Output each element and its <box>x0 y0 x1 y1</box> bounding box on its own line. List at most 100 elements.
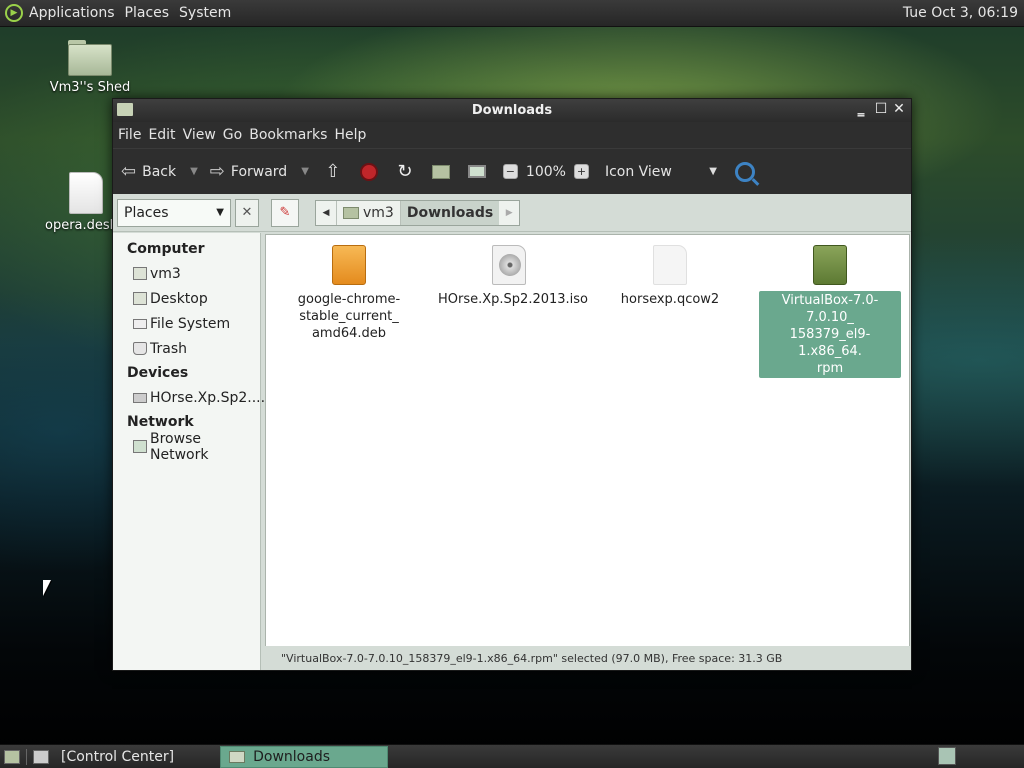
sidebar-item-device[interactable]: HOrse.Xp.Sp2.... <box>113 385 265 410</box>
stop-icon[interactable] <box>359 162 378 181</box>
file-label-selected: VirtualBox-7.0-7.0.10_ 158379_el9-1.x86_… <box>759 291 901 378</box>
sidebar-item-browse-network[interactable]: Browse Network <box>113 431 260 463</box>
chevron-down-icon: ▼ <box>216 207 224 218</box>
home-folder-icon <box>343 206 359 219</box>
show-desktop-icon[interactable] <box>4 749 20 764</box>
crumb-label: vm3 <box>363 204 394 221</box>
home-folder-icon <box>68 40 112 76</box>
breadcrumb-left-icon[interactable]: ◀ <box>316 201 336 225</box>
menu-edit[interactable]: Edit <box>148 127 175 143</box>
toolbar: ⇦ Back ▼ ⇨ Forward ▼ ⇧ ↻ − 100% + Icon V… <box>113 148 911 194</box>
content-area: Computer vm3 Desktop File System Trash D… <box>113 233 911 670</box>
breadcrumb: ◀ vm3 Downloads ▶ <box>315 199 521 226</box>
reload-icon[interactable]: ↻ <box>394 161 416 183</box>
sidebar-heading-devices: Devices <box>127 365 189 381</box>
file-label: google-chrome- stable_current_ amd64.deb <box>278 291 420 342</box>
package-icon <box>813 245 847 285</box>
file-label-line: amd64.deb <box>311 326 387 341</box>
minimize-icon[interactable]: ‗ <box>853 101 869 117</box>
panel-separator <box>26 748 27 765</box>
file-label-line: stable_current_ <box>299 309 399 324</box>
sidebar-item-label: Browse Network <box>150 430 209 463</box>
file-label: HOrse.Xp.Sp2.2013.iso <box>438 291 589 308</box>
mouse-pointer-icon <box>43 580 51 596</box>
arrow-right-icon: ⇨ <box>209 161 225 182</box>
sidebar-item-file-system[interactable]: File System <box>113 311 260 336</box>
status-bar: "VirtualBox-7.0-7.0.10_158379_el9-1.x86_… <box>261 646 911 670</box>
menu-help[interactable]: Help <box>334 127 366 143</box>
menu-places[interactable]: Places <box>125 5 170 21</box>
file-label: horsexp.qcow2 <box>599 291 741 308</box>
home-folder-icon[interactable] <box>430 161 452 183</box>
view-mode-select[interactable]: Icon View ▼ <box>605 164 717 180</box>
arrow-left-icon: ⇦ <box>121 161 137 182</box>
file-label-line: HOrse.Xp.Sp2.2013.iso <box>438 292 589 307</box>
menu-applications[interactable]: Applications <box>29 5 115 21</box>
zoom-out-icon[interactable]: − <box>502 164 518 179</box>
sidebar-item-vm3[interactable]: vm3 <box>113 261 260 286</box>
close-sidebar-button[interactable]: ✕ <box>235 198 259 227</box>
clock[interactable]: Tue Oct 3, 06:19 <box>903 5 1018 21</box>
menu-file[interactable]: File <box>118 127 141 143</box>
crumb-vm3[interactable]: vm3 <box>336 200 400 225</box>
forward-button[interactable]: ⇨ Forward ▼ <box>210 155 309 189</box>
sidebar-item-trash[interactable]: Trash <box>113 336 260 361</box>
sidebar-mode-select[interactable]: Places ▼ <box>117 198 231 227</box>
crumb-downloads[interactable]: Downloads <box>399 200 500 225</box>
close-icon[interactable]: ✕ <box>891 101 907 117</box>
blank-file-icon <box>653 245 687 285</box>
menubar: File Edit View Go Bookmarks Help <box>113 122 911 148</box>
file-icon-view[interactable]: google-chrome- stable_current_ amd64.deb… <box>265 234 910 647</box>
file-label-line: google-chrome- <box>297 292 401 307</box>
file-item-qcow2[interactable]: horsexp.qcow2 <box>599 245 741 308</box>
back-label: Back <box>142 163 177 180</box>
terminal-icon[interactable] <box>33 749 49 764</box>
file-item-virtualbox-rpm[interactable]: VirtualBox-7.0-7.0.10_ 158379_el9-1.x86_… <box>759 245 901 378</box>
edit-location-button[interactable]: ✎ <box>271 198 299 227</box>
task-label: [Control Center] <box>61 748 175 765</box>
window-title: Downloads <box>471 103 553 118</box>
view-mode-label: Icon View <box>604 163 672 180</box>
window-titlebar[interactable]: Downloads ‗ ☐ ✕ <box>113 99 911 122</box>
file-label-line: horsexp.qcow2 <box>620 292 720 307</box>
workspace-switcher[interactable] <box>938 747 956 765</box>
trash-icon <box>133 342 147 355</box>
menu-view[interactable]: View <box>183 127 216 143</box>
task-control-center[interactable]: [Control Center] <box>53 746 182 768</box>
maximize-icon[interactable]: ☐ <box>873 101 889 117</box>
menu-go[interactable]: Go <box>223 127 242 143</box>
sidebar-heading-computer: Computer <box>127 241 205 257</box>
top-panel: ▶ Applications Places System Tue Oct 3, … <box>0 0 1024 27</box>
home-folder-icon <box>133 267 147 280</box>
disc-image-icon <box>492 245 526 285</box>
breadcrumb-right-icon[interactable]: ▶ <box>499 201 519 225</box>
computer-icon[interactable] <box>466 161 488 183</box>
chevron-down-icon: ▼ <box>709 166 717 177</box>
task-downloads[interactable]: Downloads <box>220 745 389 768</box>
back-button[interactable]: ⇦ Back ▼ <box>121 155 198 189</box>
sidebar-item-desktop[interactable]: Desktop <box>113 286 260 311</box>
chevron-down-icon[interactable]: ▼ <box>301 166 309 177</box>
sidebar-item-label: vm3 <box>150 265 181 282</box>
network-icon <box>133 440 147 453</box>
places-label: Places <box>124 204 169 221</box>
file-manager-window: Downloads ‗ ☐ ✕ File Edit View Go Bookma… <box>112 98 912 671</box>
filesystem-icon <box>133 318 147 329</box>
folder-icon <box>117 103 133 116</box>
zoom-level: 100% <box>525 163 566 180</box>
menu-bookmarks[interactable]: Bookmarks <box>249 127 327 143</box>
up-arrow-icon[interactable]: ⇧ <box>322 161 344 183</box>
file-item-chrome-deb[interactable]: google-chrome- stable_current_ amd64.deb <box>278 245 420 342</box>
crumb-label: Downloads <box>406 204 494 221</box>
menu-system[interactable]: System <box>179 5 231 21</box>
bottom-panel: [Control Center] Downloads <box>0 744 1024 768</box>
search-icon[interactable] <box>734 161 755 182</box>
desktop-icon-home[interactable]: Vm3''s Shed <box>48 40 132 95</box>
location-bar: Places ▼ ✕ ✎ ◀ vm3 Downloads ▶ <box>113 194 911 232</box>
file-item-iso[interactable]: HOrse.Xp.Sp2.2013.iso <box>438 245 589 308</box>
distro-logo-icon[interactable]: ▶ <box>5 4 23 22</box>
file-icon <box>69 172 103 214</box>
drive-icon <box>133 392 147 403</box>
zoom-in-icon[interactable]: + <box>573 164 589 179</box>
chevron-down-icon[interactable]: ▼ <box>190 166 198 177</box>
